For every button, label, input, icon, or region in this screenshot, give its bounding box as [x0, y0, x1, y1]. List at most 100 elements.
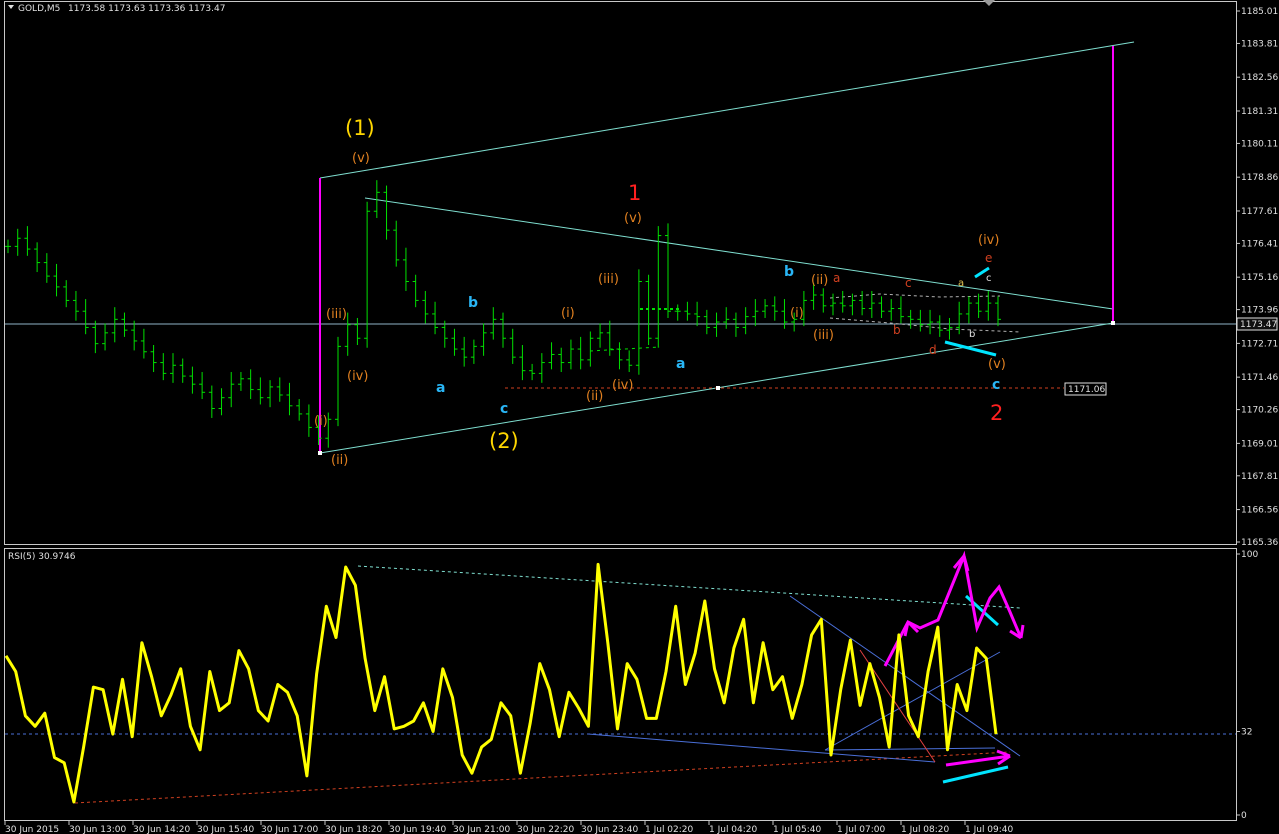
candle — [868, 290, 875, 318]
wave-label-2-big: (2) — [489, 429, 519, 453]
time-tick-label: 30 Jun 2015 — [5, 825, 59, 834]
cyan-divergence-mark-down — [944, 340, 997, 357]
ohlc-label: 1173.58 1173.63 1173.36 1173.47 — [68, 4, 225, 14]
candle — [480, 323, 487, 356]
candle — [577, 336, 584, 370]
wave-label-a-r: a — [833, 271, 840, 285]
price-tick-label: 1171.46 — [1241, 373, 1278, 383]
price-tick-label: 1177.61 — [1241, 207, 1278, 217]
candle — [626, 350, 633, 373]
price-tick-label: 1182.56 — [1241, 73, 1278, 83]
chart-canvas: GOLD,M5 1173.58 1173.63 1173.36 1173.47 … — [4, 0, 1278, 834]
candle — [529, 363, 536, 381]
wave-label-iii-mid: (iii) — [598, 272, 619, 287]
candle — [965, 296, 972, 324]
candle — [839, 290, 846, 313]
price-tick-label: 1167.81 — [1241, 472, 1278, 482]
candle — [975, 293, 982, 318]
reference-level-text: 1171.06 — [1068, 385, 1105, 395]
candle — [228, 372, 235, 408]
scroll-marker-icon[interactable] — [983, 0, 995, 6]
wave-label-v-top: (v) — [352, 151, 370, 166]
channel-upper-line — [319, 41, 1135, 179]
candle — [43, 253, 50, 283]
candle — [170, 353, 176, 383]
price-panel-frame — [4, 1, 1237, 545]
candle — [538, 353, 545, 383]
candle — [490, 307, 497, 340]
candle — [247, 369, 254, 400]
rsi-tick-label: 0 — [1241, 811, 1247, 821]
candle — [335, 336, 341, 427]
candle — [63, 280, 70, 308]
candle — [364, 201, 371, 348]
candle — [354, 317, 361, 346]
price-drawings — [5, 41, 1236, 455]
rsi-magenta-zigzag — [883, 550, 1023, 667]
time-tick-label: 30 Jun 18:20 — [325, 825, 382, 834]
candle — [237, 372, 244, 391]
anchor-dot-left — [318, 451, 322, 455]
wave-label-i-mid: (i) — [561, 306, 575, 321]
wave-label-d-r: d — [929, 343, 937, 357]
time-tick-label: 1 Jul 05:40 — [773, 825, 822, 834]
candle — [24, 226, 31, 256]
candle — [402, 247, 409, 291]
candle — [859, 290, 866, 316]
wave-label-i-left: (i) — [314, 414, 328, 429]
wave-label-ii-left: (ii) — [331, 453, 348, 468]
wave-label-iv-left: (iv) — [347, 369, 368, 384]
rsi-drawings — [5, 550, 1236, 804]
candle — [888, 299, 895, 321]
candle — [849, 293, 856, 316]
header-dropdown-icon[interactable] — [8, 5, 14, 9]
candle — [897, 296, 904, 324]
candle — [470, 339, 477, 364]
candle — [500, 312, 506, 348]
candle — [383, 185, 390, 240]
candle — [451, 328, 458, 356]
price-tick-label: 1176.41 — [1241, 239, 1278, 249]
time-tick-label: 30 Jun 21:00 — [453, 825, 510, 834]
wave-label-1-big: (1) — [345, 116, 375, 140]
candle — [296, 399, 303, 421]
candle — [567, 339, 574, 370]
candle — [927, 309, 934, 335]
wave-label-red-2: 2 — [990, 401, 1003, 425]
rsi-magenta-arrowhead-1 — [903, 620, 920, 637]
candle — [150, 345, 157, 373]
time-axis: 30 Jun 2015 30 Jun 13:00 30 Jun 14:20 30 Ju… — [4, 821, 1014, 834]
candle — [179, 358, 186, 383]
candle — [412, 274, 419, 308]
rsi-tick-label: 32 — [1241, 727, 1252, 737]
candle — [548, 342, 555, 370]
candle — [742, 307, 749, 335]
wave-label-a-s: a — [958, 278, 964, 289]
time-tick-label: 1 Jul 02:20 — [645, 825, 694, 834]
candle — [936, 315, 943, 337]
price-tick-label: 1180.11 — [1241, 139, 1278, 149]
candle — [558, 347, 565, 373]
wave-labels: (1) (2) 1 2 (v) (iii) (iv) (i) (ii) a b … — [314, 116, 1006, 468]
candle — [208, 385, 215, 418]
candle — [830, 293, 836, 316]
candle — [723, 307, 730, 329]
price-tick-label: 1183.81 — [1241, 39, 1278, 49]
price-tick-label: 1170.26 — [1241, 406, 1278, 416]
wave-label-v-r: (v) — [988, 357, 1006, 372]
candle — [752, 299, 759, 327]
candle — [199, 372, 206, 400]
candle — [82, 299, 89, 335]
wave-label-a2: a — [676, 356, 685, 372]
candle — [509, 328, 516, 364]
candle — [121, 312, 128, 337]
candle — [393, 220, 400, 267]
wave-label-iii-r: (iii) — [813, 328, 834, 343]
candle — [635, 269, 642, 375]
wave-label-i-r: (i) — [790, 306, 804, 321]
candle — [917, 309, 924, 332]
candle — [441, 320, 448, 348]
candle — [694, 301, 701, 327]
time-tick-label: 1 Jul 08:20 — [901, 825, 950, 834]
candle — [218, 388, 225, 416]
